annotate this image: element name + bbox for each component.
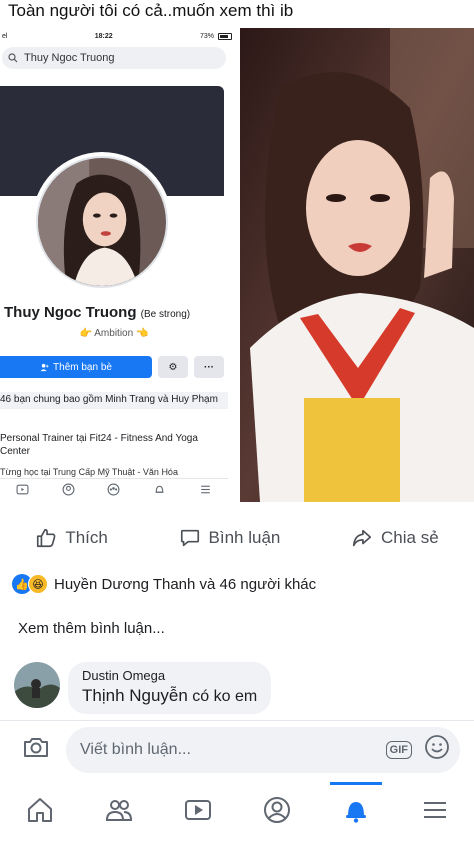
nav-notifications[interactable] bbox=[326, 782, 386, 838]
avatar[interactable] bbox=[14, 662, 60, 708]
profile-search-bar: Thuy Ngoc Truong bbox=[2, 47, 226, 69]
comment-icon bbox=[180, 529, 199, 547]
watch-icon bbox=[16, 484, 29, 495]
search-icon bbox=[8, 53, 18, 63]
battery-icon bbox=[218, 32, 232, 40]
comment-mention[interactable]: Thịnh Nguyễn bbox=[82, 686, 188, 705]
comment-composer: Viết bình luận... GIF bbox=[0, 720, 474, 778]
profile-actions: Thêm bạn bè ⚙ ··· bbox=[0, 356, 228, 378]
notifications-icon bbox=[155, 485, 164, 493]
home-icon bbox=[27, 798, 52, 822]
menu-icon bbox=[200, 485, 210, 494]
watch-icon bbox=[184, 800, 211, 820]
more-options-button: ··· bbox=[194, 356, 224, 378]
education-info: Từng học tại Trung Cấp Mỹ Thuật - Văn Hó… bbox=[0, 468, 178, 477]
comment-button[interactable]: Bình luận bbox=[179, 527, 281, 549]
share-button[interactable]: Chia sẻ bbox=[351, 527, 439, 549]
nav-home[interactable] bbox=[10, 782, 70, 838]
work-info: Personal Trainer tại Fit24 - Fitness And… bbox=[0, 433, 198, 457]
battery-percent: 73% bbox=[199, 32, 214, 40]
like-label: Thích bbox=[65, 528, 108, 547]
profile-name: Thuy Ngoc Truong bbox=[4, 304, 137, 321]
carrier-label: el bbox=[2, 32, 8, 40]
comment-author[interactable]: Dustin Omega bbox=[82, 668, 257, 683]
profile-screenshot-nav bbox=[0, 478, 228, 500]
nav-profile[interactable] bbox=[247, 782, 307, 838]
status-bar: el 18:22 73% bbox=[0, 28, 238, 44]
bottom-nav bbox=[0, 778, 474, 842]
comment-text: Thịnh Nguyễn có ko em bbox=[82, 686, 257, 706]
profile-screenshot: el 18:22 73% Thuy Ngoc Truong Thuy Ngoc … bbox=[0, 28, 238, 502]
profile-icon bbox=[263, 797, 290, 823]
mutual-friends-info: 46 bạn chung bao gồm Minh Trang và Huy P… bbox=[0, 392, 228, 409]
post-caption: Toàn người tôi có cả..muốn xem thì ib bbox=[0, 0, 474, 26]
search-value: Thuy Ngoc Truong bbox=[24, 52, 115, 64]
profile-nickname: (Be strong) bbox=[140, 309, 191, 320]
view-more-comments[interactable]: Xem thêm bình luận... bbox=[18, 620, 165, 637]
thumbs-up-icon bbox=[37, 528, 56, 548]
nav-menu[interactable] bbox=[405, 782, 465, 838]
nav-friends[interactable] bbox=[89, 782, 149, 838]
add-friend-label: Thêm bạn bè bbox=[53, 361, 112, 373]
like-button[interactable]: Thích bbox=[35, 527, 108, 549]
post-photo[interactable] bbox=[240, 28, 474, 502]
comment-body: có ko em bbox=[187, 688, 258, 705]
haha-reaction-icon: 😆 bbox=[28, 574, 48, 594]
profile-icon bbox=[62, 483, 75, 496]
comment-bubble: Dustin Omega Thịnh Nguyễn có ko em bbox=[68, 662, 272, 714]
gif-button[interactable]: GIF bbox=[385, 740, 412, 759]
post-actions: Thích Bình luận Chia sẻ bbox=[0, 518, 474, 558]
friends-icon bbox=[105, 800, 132, 821]
emoji-icon[interactable] bbox=[424, 734, 450, 765]
share-label: Chia sẻ bbox=[381, 528, 439, 547]
comment-placeholder: Viết bình luận... bbox=[80, 740, 191, 758]
add-friend-button: Thêm bạn bè bbox=[0, 356, 152, 378]
notifications-icon bbox=[345, 802, 366, 823]
profile-bio: 👉 Ambition 👈 bbox=[79, 328, 149, 339]
camera-icon[interactable] bbox=[22, 733, 50, 766]
status-time: 18:22 bbox=[94, 32, 113, 40]
profile-picture bbox=[32, 152, 172, 292]
reactions-summary[interactable]: 👍 😆 Huyền Dương Thanh và 46 người khác bbox=[12, 574, 316, 594]
menu-icon bbox=[423, 802, 446, 818]
comment-item: Dustin Omega Thịnh Nguyễn có ko em bbox=[14, 662, 272, 714]
profile-name-row: Thuy Ngoc Truong (Be strong) bbox=[4, 304, 190, 321]
nav-watch[interactable] bbox=[168, 782, 228, 838]
comment-input[interactable]: Viết bình luận... GIF bbox=[66, 726, 460, 773]
add-person-icon bbox=[40, 363, 49, 371]
reactions-text: Huyền Dương Thanh và 46 người khác bbox=[54, 575, 317, 593]
share-icon bbox=[352, 529, 372, 547]
groups-icon bbox=[108, 483, 120, 496]
comment-label: Bình luận bbox=[208, 528, 281, 547]
gear-icon: ⚙ bbox=[158, 356, 188, 378]
